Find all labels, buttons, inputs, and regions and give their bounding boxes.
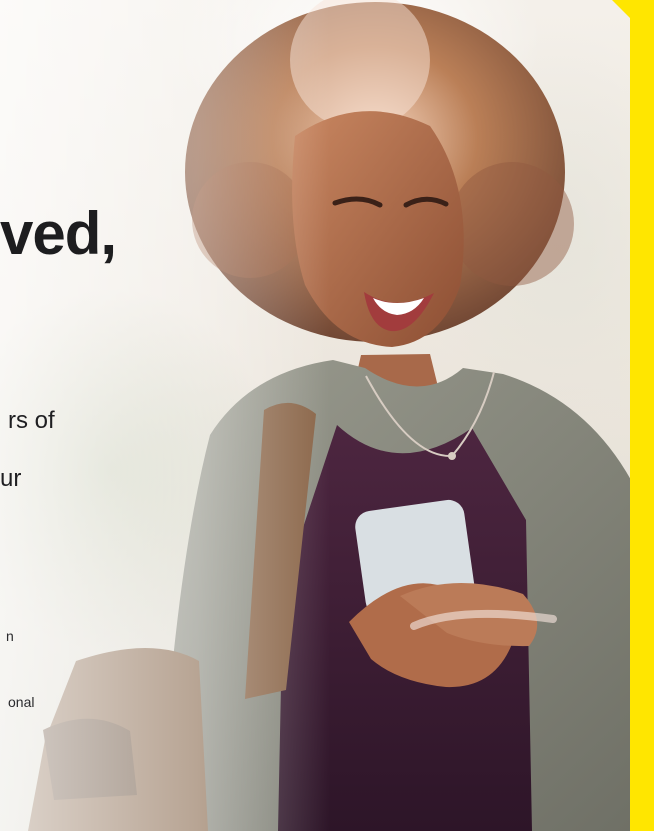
hero-banner: ved, rs of ur n onal: [0, 0, 654, 831]
hero-body-line-2: ur: [0, 465, 22, 492]
hero-body-line-1: rs of: [8, 407, 55, 434]
hero-fine-print-line-1: n: [6, 628, 14, 644]
yellow-accent-bar: [630, 0, 654, 831]
hero-headline-fragment: ved,: [0, 200, 117, 267]
hero-fine-print-line-2: onal: [8, 694, 35, 710]
